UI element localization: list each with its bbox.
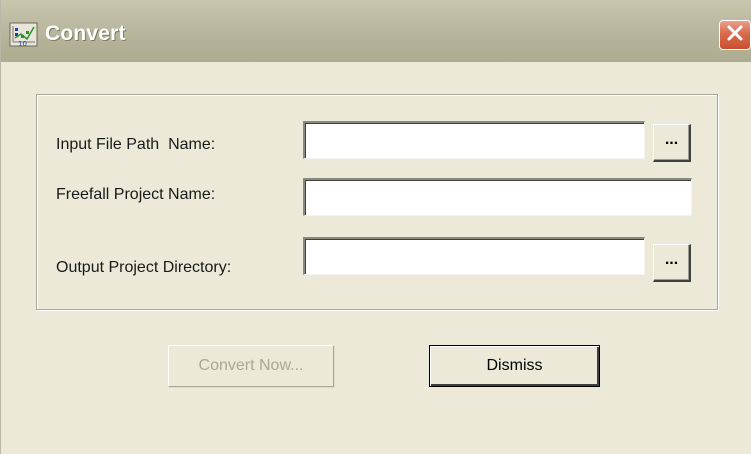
output-directory-label: Output Project Directory:: [56, 259, 232, 276]
dismiss-label: Dismiss: [486, 357, 543, 374]
svg-text:10: 10: [18, 40, 27, 48]
convert-now-button[interactable]: Convert Now...: [168, 345, 334, 387]
output-directory-browse-button[interactable]: ...: [653, 244, 691, 282]
title-bar[interactable]: 10 Convert: [1, 0, 751, 62]
close-icon: [725, 23, 745, 48]
input-file-path-field[interactable]: [303, 121, 645, 159]
browse-label: ...: [664, 130, 679, 148]
dismiss-button[interactable]: Dismiss: [429, 345, 600, 387]
input-file-path-label: Input File Path Name:: [56, 136, 216, 153]
close-button[interactable]: [719, 20, 751, 50]
output-directory-field[interactable]: [303, 237, 645, 275]
app-chart-icon: 10: [9, 22, 39, 48]
window-title: Convert: [45, 22, 126, 45]
project-name-label: Freefall Project Name:: [56, 186, 216, 203]
input-file-browse-button[interactable]: ...: [653, 124, 691, 162]
convert-dialog: 10 Convert Input File Path Name: ... Fre…: [0, 0, 751, 454]
convert-now-label: Convert Now...: [198, 357, 304, 374]
browse-label: ...: [664, 250, 679, 268]
project-name-field[interactable]: [303, 178, 692, 216]
